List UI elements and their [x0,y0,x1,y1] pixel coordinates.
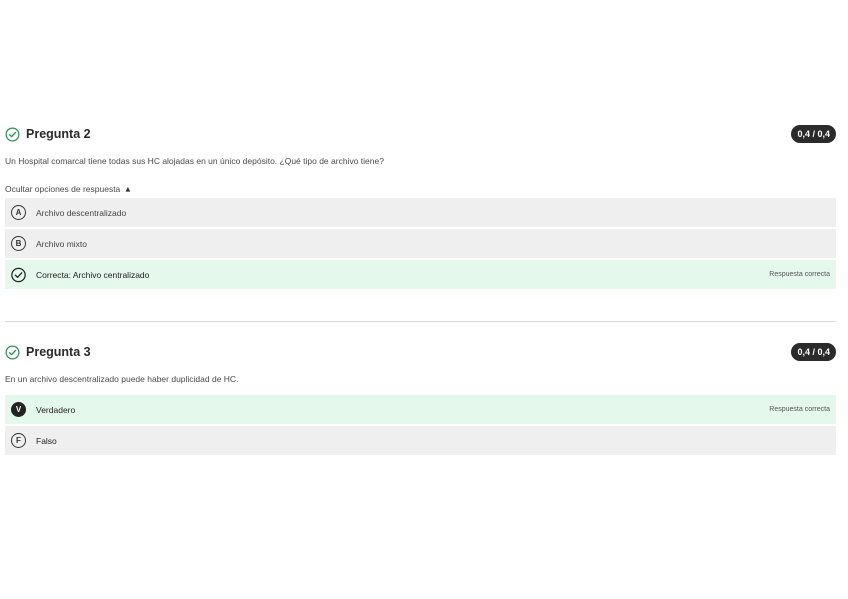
option-letter: B [11,236,26,251]
score-badge: 0,4 / 0,4 [791,125,836,143]
answer-option-true[interactable]: V Verdadero Respuesta correcta [5,395,836,424]
question-title-wrap: Pregunta 2 [5,127,91,142]
question-divider [5,321,836,322]
answer-option-false[interactable]: F Falso [5,426,836,455]
option-label: Verdadero [36,404,76,415]
check-circle-icon [5,345,20,360]
question-3: Pregunta 3 0,4 / 0,4 En un archivo desce… [5,341,836,457]
toggle-label: Ocultar opciones de respuesta [5,184,121,194]
question-title-wrap: Pregunta 3 [5,345,91,360]
question-text: Un Hospital comarcal tiene todas sus HC … [5,156,384,166]
question-2: Pregunta 2 0,4 / 0,4 Un Hospital comarca… [5,123,836,291]
option-label: Correcta: Archivo centralizado [36,269,150,280]
option-letter: A [11,205,26,220]
feedback-label: Respuesta correcta [769,271,830,278]
answer-options: V Verdadero Respuesta correcta F Falso [5,395,836,455]
chevron-up-icon: ▼ [124,185,133,194]
option-label: Archivo descentralizado [36,207,127,218]
option-letter: F [11,433,26,448]
question-header: Pregunta 3 0,4 / 0,4 [5,341,836,363]
answer-option-correct[interactable]: Correcta: Archivo centralizado Respuesta… [5,260,836,289]
answer-option-a[interactable]: A Archivo descentralizado [5,198,836,227]
check-circle-icon [11,267,26,282]
answer-option-b[interactable]: B Archivo mixto [5,229,836,258]
question-title: Pregunta 2 [26,127,91,141]
feedback-label: Respuesta correcta [769,406,830,413]
question-title: Pregunta 3 [26,345,91,359]
hide-options-toggle[interactable]: Ocultar opciones de respuesta ▼ [5,183,836,195]
option-letter: V [11,402,26,417]
answer-options: A Archivo descentralizado B Archivo mixt… [5,198,836,289]
score-badge: 0,4 / 0,4 [791,343,836,361]
option-label: Archivo mixto [36,238,88,249]
question-text: En un archivo descentralizado puede habe… [5,374,239,384]
check-circle-icon [5,127,20,142]
option-label: Falso [36,435,57,446]
question-header: Pregunta 2 0,4 / 0,4 [5,123,836,145]
